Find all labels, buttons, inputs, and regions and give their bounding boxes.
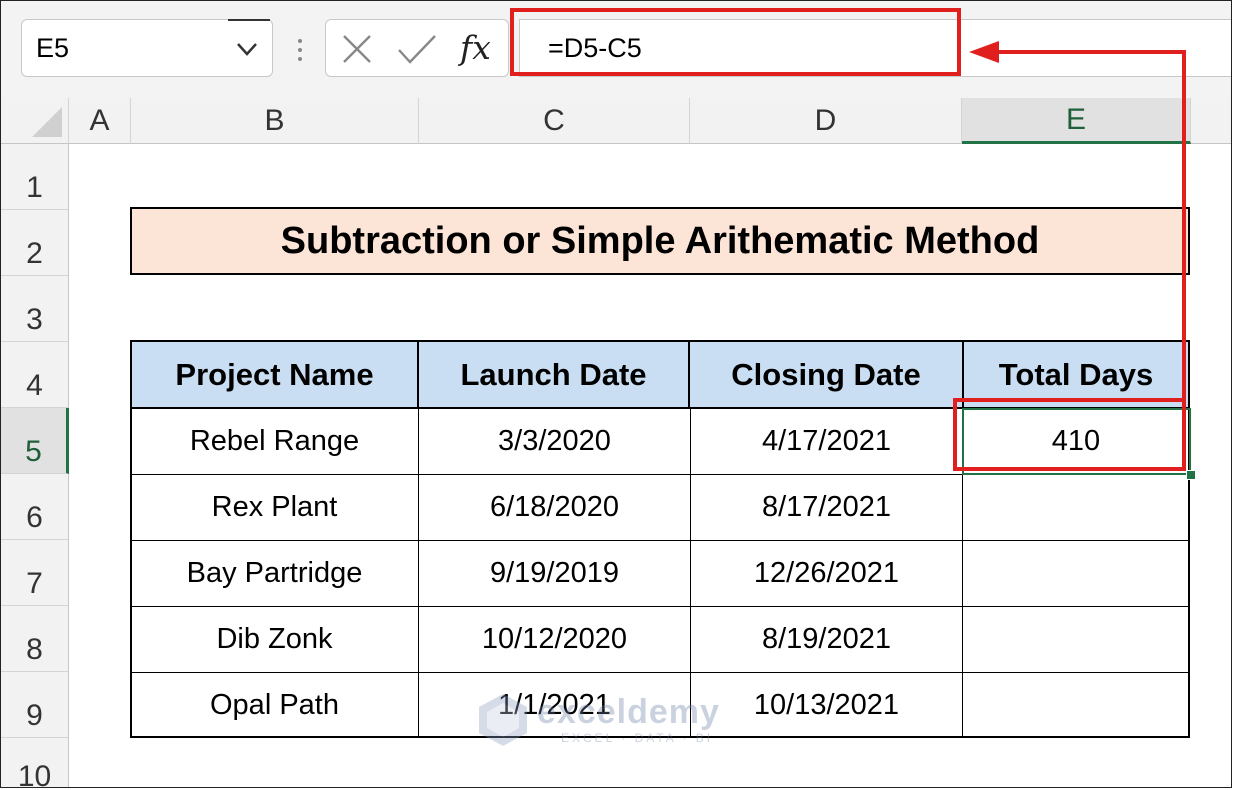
- insert-function-icon[interactable]: fx: [460, 28, 491, 67]
- row-header-8[interactable]: 8: [1, 606, 69, 672]
- cancel-icon[interactable]: [340, 32, 374, 66]
- row-header-5[interactable]: 5: [1, 408, 69, 474]
- table-cell[interactable]: Rebel Range: [130, 408, 419, 475]
- select-all-button[interactable]: [1, 98, 69, 144]
- table-cell[interactable]: [962, 474, 1190, 541]
- formula-bar: E5 fx =D5-C5: [1, 1, 1231, 98]
- excel-window: E5 fx =D5-C5 A B C D E 1 2 3 4 5 6 7 8 9…: [0, 0, 1232, 788]
- column-header-f[interactable]: [1191, 98, 1231, 144]
- formula-input[interactable]: =D5-C5: [519, 19, 1231, 77]
- row-header-7[interactable]: 7: [1, 540, 69, 606]
- header-launch-date[interactable]: Launch Date: [417, 340, 690, 409]
- fill-handle[interactable]: [1186, 470, 1196, 480]
- row-header-4[interactable]: 4: [1, 342, 69, 408]
- table-cell[interactable]: 8/17/2021: [690, 474, 963, 541]
- formula-buttons: fx: [325, 19, 509, 77]
- table-cell[interactable]: 12/26/2021: [690, 540, 963, 607]
- row-header-2[interactable]: 2: [1, 210, 69, 276]
- table-cell[interactable]: 4/17/2021: [690, 408, 963, 475]
- name-box-value: E5: [36, 33, 70, 63]
- column-header-b[interactable]: B: [131, 98, 419, 144]
- table-cell[interactable]: 3/3/2020: [418, 408, 691, 475]
- name-box-divider: [228, 19, 270, 21]
- column-header-e[interactable]: E: [962, 98, 1191, 144]
- table-cell[interactable]: [962, 672, 1190, 738]
- table-cell[interactable]: Rex Plant: [130, 474, 419, 541]
- enter-check-icon[interactable]: [396, 32, 438, 66]
- table-cell[interactable]: 9/19/2019: [418, 540, 691, 607]
- table-cell[interactable]: [962, 540, 1190, 607]
- table-cell[interactable]: 8/19/2021: [690, 606, 963, 673]
- header-closing-date[interactable]: Closing Date: [688, 340, 964, 409]
- row-header-10[interactable]: 10: [1, 738, 69, 787]
- formula-text: =D5-C5: [548, 33, 642, 63]
- table-cell[interactable]: [962, 606, 1190, 673]
- chevron-down-icon[interactable]: [234, 36, 260, 62]
- table-cell[interactable]: 10/12/2020: [418, 606, 691, 673]
- column-header-c[interactable]: C: [419, 98, 690, 144]
- row-header-1[interactable]: 1: [1, 144, 69, 210]
- column-header-a[interactable]: A: [69, 98, 131, 144]
- table-cell[interactable]: Opal Path: [130, 672, 419, 738]
- table-cell[interactable]: 6/18/2020: [418, 474, 691, 541]
- row-header-3[interactable]: 3: [1, 276, 69, 342]
- row-header-6[interactable]: 6: [1, 474, 69, 540]
- column-header-d[interactable]: D: [690, 98, 962, 144]
- title-banner[interactable]: Subtraction or Simple Arithematic Method: [130, 207, 1190, 275]
- row-header-9[interactable]: 9: [1, 672, 69, 738]
- table-cell[interactable]: Dib Zonk: [130, 606, 419, 673]
- header-total-days[interactable]: Total Days: [962, 340, 1190, 409]
- header-project-name[interactable]: Project Name: [130, 340, 419, 409]
- table-cell[interactable]: 1/1/2021: [418, 672, 691, 738]
- table-cell[interactable]: Bay Partridge: [130, 540, 419, 607]
- more-options-icon[interactable]: [297, 39, 303, 65]
- name-box[interactable]: E5: [21, 19, 273, 77]
- active-cell-outline: [962, 408, 1191, 475]
- table-cell[interactable]: 10/13/2021: [690, 672, 963, 738]
